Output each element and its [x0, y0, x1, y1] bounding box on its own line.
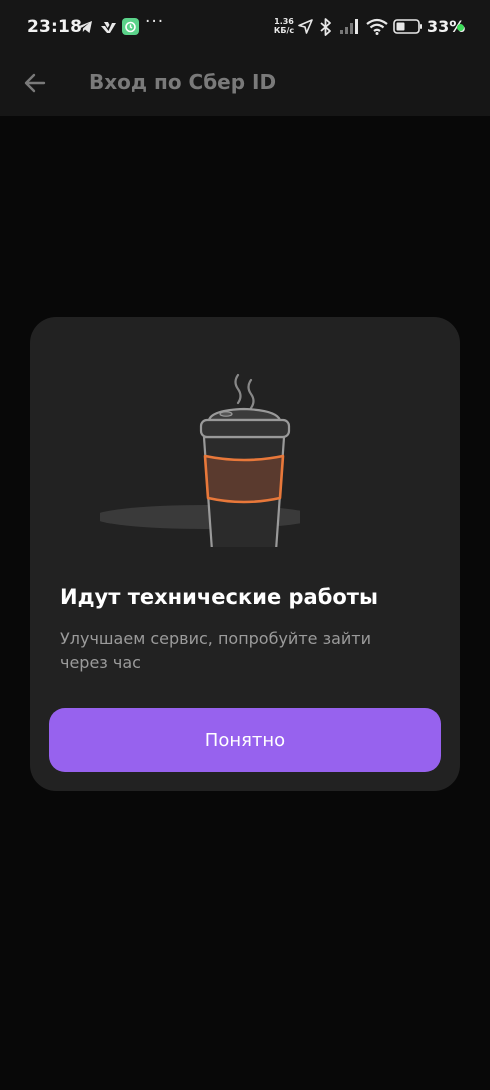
arrow-left-icon [24, 73, 46, 93]
signal-icon [340, 19, 358, 34]
more-dots-icon: ··· [145, 12, 165, 32]
status-time: 23:18 [27, 17, 83, 37]
coffee-cup-icon [100, 373, 300, 547]
alarm-app-icon [122, 18, 139, 35]
page-title: Вход по Сбер ID [89, 70, 277, 94]
network-speed: 1.36 КБ/с [273, 17, 295, 35]
maintenance-dialog: Идут технические работы Улучшаем сервис,… [30, 317, 460, 791]
privacy-indicator-dot [457, 24, 464, 31]
back-button[interactable] [16, 64, 54, 102]
understood-button[interactable]: Понятно [49, 708, 441, 772]
bluetooth-icon [320, 18, 331, 36]
vk-icon [101, 22, 116, 33]
dialog-subtitle: Улучшаем сервис, попробуйте зайти через … [60, 629, 372, 672]
battery-icon [393, 19, 422, 34]
dialog-title: Идут технические работы [60, 585, 378, 609]
app-bar: Вход по Сбер ID [0, 56, 490, 116]
status-bar: 23:18 ··· 1.36 КБ/с 33% [0, 0, 490, 56]
wifi-icon [366, 18, 388, 35]
location-arrow-icon [298, 19, 313, 34]
telegram-icon [78, 21, 92, 33]
